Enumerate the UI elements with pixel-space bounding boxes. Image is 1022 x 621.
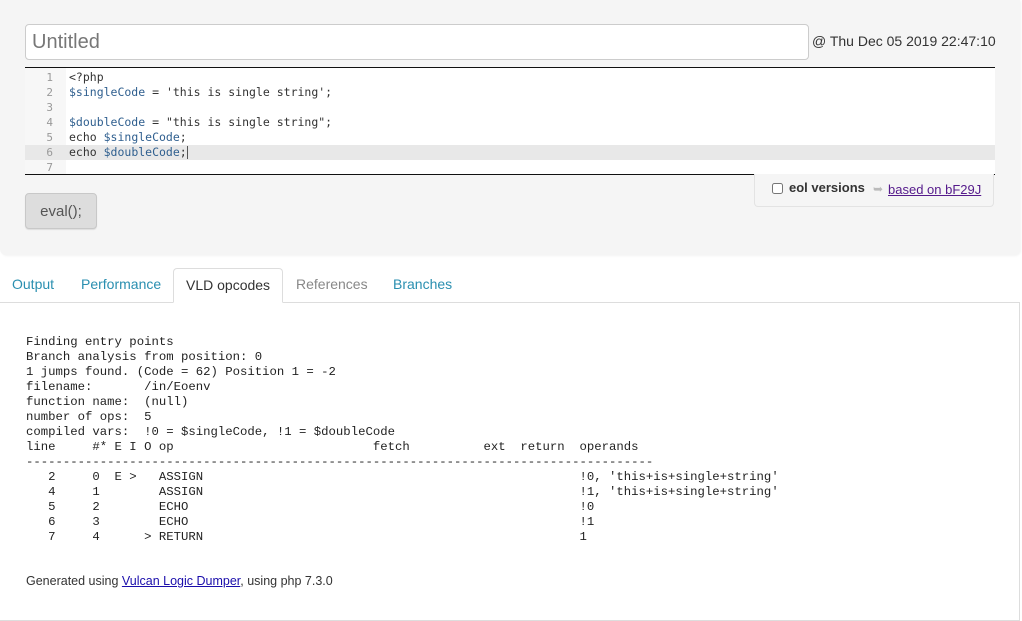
tab-output[interactable]: Output <box>0 268 66 301</box>
vld-line: compiled vars: !0 = $singleCode, !1 = $d… <box>26 425 395 439</box>
line-number: 2 <box>46 86 53 99</box>
code-line[interactable]: 7 <box>25 160 995 175</box>
code-text: echo $doubleCode; <box>69 145 188 160</box>
title-input[interactable] <box>25 24 809 60</box>
eol-versions-label: eol versions <box>789 180 865 195</box>
line-number: 4 <box>46 116 53 129</box>
vld-line: 1 jumps found. (Code = 62) Position 1 = … <box>26 365 336 379</box>
code-variable: $singleCode <box>103 130 180 144</box>
tab-branches[interactable]: Branches <box>381 268 464 301</box>
code-text: echo $singleCode; <box>69 130 187 145</box>
eol-options: eol versions ➥ based on bF29J <box>754 174 994 207</box>
generated-by-note: Generated using Vulcan Logic Dumper, usi… <box>26 574 333 588</box>
vld-line: line #* E I O op fetch ext return operan… <box>26 440 639 454</box>
tab-performance[interactable]: Performance <box>69 268 173 301</box>
code-token: = 'this is single string'; <box>145 85 333 99</box>
code-variable: $doubleCode <box>103 145 180 159</box>
tab-references[interactable]: References <box>284 268 380 301</box>
line-number: 7 <box>46 161 53 174</box>
generated-suffix: , using php 7.3.0 <box>240 574 333 588</box>
code-line[interactable]: 2 $singleCode = 'this is single string'; <box>25 85 995 100</box>
code-token: ; <box>179 130 187 144</box>
code-token: <?php <box>69 70 104 84</box>
vld-line: Finding entry points <box>26 335 174 349</box>
code-line[interactable]: 3 <box>25 100 995 115</box>
vld-line: 5 2 ECHO !0 <box>26 500 595 514</box>
share-arrow-icon: ➥ <box>873 182 884 196</box>
code-line[interactable]: 4 $doubleCode = "this is single string"; <box>25 115 995 130</box>
text-cursor <box>186 146 188 159</box>
code-editor[interactable]: 1 <?php 2 $singleCode = 'this is single str… <box>25 67 995 175</box>
vld-output-panel: Finding entry points Branch analysis from… <box>0 302 1020 621</box>
vld-line: 2 0 E > ASSIGN !0, 'this+is+single+strin… <box>26 470 779 484</box>
line-number: 1 <box>46 71 53 84</box>
code-text: <?php <box>69 70 104 85</box>
vld-separator: ----------------------------------------… <box>26 455 654 469</box>
vld-line: 4 1 ASSIGN !1, 'this+is+single+string' <box>26 485 779 499</box>
vld-line: filename: /in/Eoenv <box>26 380 211 394</box>
code-token: echo <box>69 130 104 144</box>
code-line[interactable]: 5 echo $singleCode; <box>25 130 995 145</box>
eol-versions-checkbox[interactable] <box>772 183 783 194</box>
code-variable: $doubleCode <box>69 115 146 129</box>
code-token: = "this is single string"; <box>145 115 333 129</box>
code-text: $doubleCode = "this is single string"; <box>69 115 332 130</box>
line-number: 5 <box>46 131 53 144</box>
editor-panel: @ Thu Dec 05 2019 22:47:10 1 <?php 2 $singl… <box>0 0 1020 255</box>
based-on-link[interactable]: based on bF29J <box>888 182 981 197</box>
tab-vld-opcodes[interactable]: VLD opcodes <box>173 268 284 303</box>
vld-opcode-dump: Finding entry points Branch analysis from… <box>26 335 779 545</box>
code-line[interactable]: 1 <?php <box>25 70 995 85</box>
code-variable: $singleCode <box>69 85 146 99</box>
code-text: $singleCode = 'this is single string'; <box>69 85 332 100</box>
generated-prefix: Generated using <box>26 574 122 588</box>
vld-line: 6 3 ECHO !1 <box>26 515 595 529</box>
vld-line: Branch analysis from position: 0 <box>26 350 263 364</box>
code-token: ; <box>179 145 187 159</box>
vld-line: number of ops: 5 <box>26 410 152 424</box>
timestamp: @ Thu Dec 05 2019 22:47:10 <box>812 33 996 49</box>
code-token: echo <box>69 145 104 159</box>
line-number: 3 <box>46 101 53 114</box>
code-line[interactable]: 6 echo $doubleCode; <box>25 145 995 160</box>
vulcan-logic-dumper-link[interactable]: Vulcan Logic Dumper <box>122 574 240 588</box>
vld-line: 7 4 > RETURN 1 <box>26 530 587 544</box>
vld-line: function name: (null) <box>26 395 189 409</box>
result-tabs: Output Performance VLD opcodes Reference… <box>0 268 1020 303</box>
eval-button[interactable]: eval(); <box>25 193 97 229</box>
